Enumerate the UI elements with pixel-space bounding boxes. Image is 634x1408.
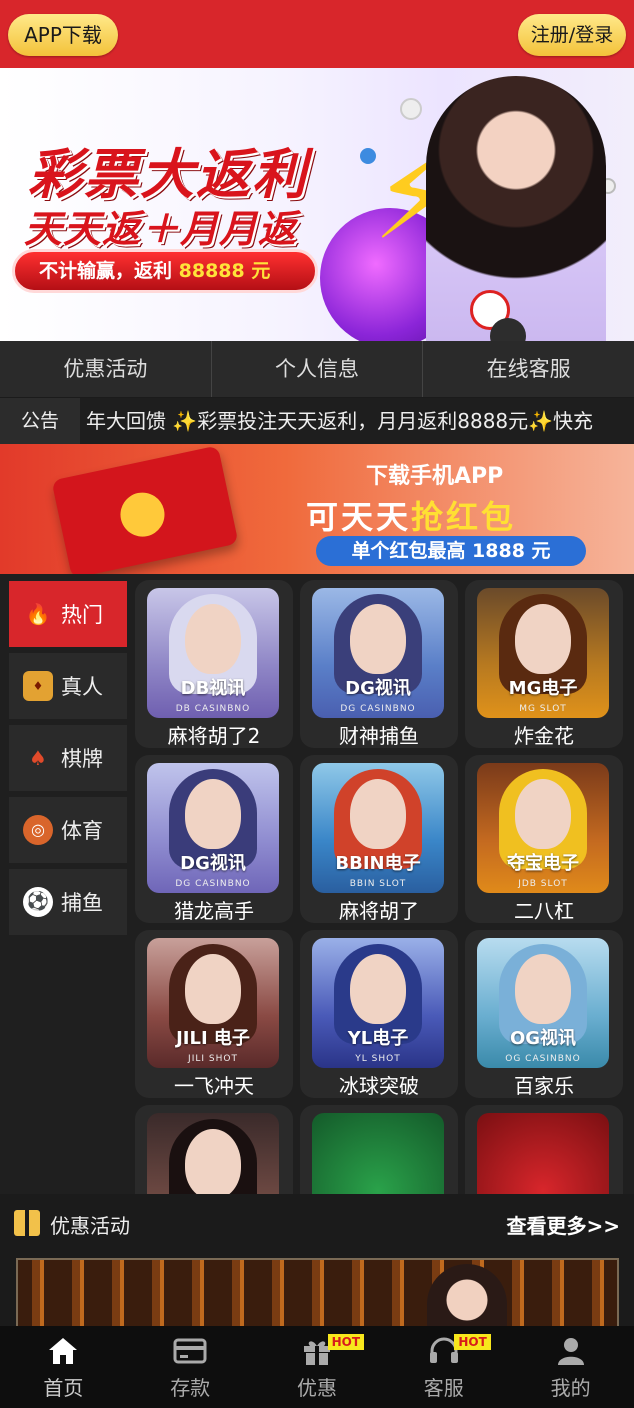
hero-promo-prefix: 不计输赢，返利: [39, 260, 173, 282]
quick-nav: 优惠活动 个人信息 在线客服: [0, 341, 634, 397]
quick-nav-promotions[interactable]: 优惠活动: [0, 341, 212, 397]
game-thumbnail: YL电子 YL SHOT: [312, 938, 444, 1068]
notice-marquee: 年大回馈 ✨彩票投注天天返利，月月返利8888元✨快充: [86, 409, 594, 433]
tab-promotions[interactable]: 优惠 HOT: [254, 1326, 381, 1408]
game-card[interactable]: [300, 1105, 458, 1194]
game-thumbnail: DG视讯 DG CASINBNO: [147, 763, 279, 893]
game-thumbnail: DB视讯 DB CASINBNO: [147, 588, 279, 718]
notice-tag: 公告: [0, 398, 80, 444]
game-card-fortune-fishing[interactable]: DG视讯 DG CASINBNO 财神捕鱼: [300, 580, 458, 748]
category-card-games[interactable]: ♠ 棋牌: [9, 725, 127, 791]
game-thumbnail: MG电子 MG SLOT: [477, 588, 609, 718]
gift-icon: [14, 1210, 40, 1236]
app-download-banner[interactable]: 下载手机APP 可天天抢红包 单个红包最高 1888 元: [0, 444, 634, 574]
game-card[interactable]: [465, 1105, 623, 1194]
game-name: 财神捕鱼: [339, 724, 419, 748]
view-more-link[interactable]: 查看更多>>: [506, 1210, 620, 1239]
game-section: 🔥 热门 ♦ 真人 ♠ 棋牌 ◎ 体育 ⚽ 捕鱼 DB视讯 DB CASINBN…: [0, 574, 634, 1194]
tab-support[interactable]: 客服 HOT: [380, 1326, 507, 1408]
category-label: 棋牌: [61, 747, 103, 771]
hero-model-image: [426, 76, 606, 341]
hero-promo-amount: 88888 元: [178, 260, 271, 282]
app-banner-line2-b: 抢红包: [411, 498, 517, 536]
quick-nav-profile[interactable]: 个人信息: [212, 341, 424, 397]
app-banner-line3: 单个红包最高 1888 元: [316, 536, 586, 566]
hero-promo-badge: 不计输赢，返利 88888 元: [12, 249, 318, 293]
game-card-mahjong-2[interactable]: DB视讯 DB CASINBNO 麻将胡了2: [135, 580, 293, 748]
quick-nav-support[interactable]: 在线客服: [423, 341, 634, 397]
game-card-baccarat[interactable]: OG视讯 OG CASINBNO 百家乐: [465, 930, 623, 1098]
game-card-zhajinhua[interactable]: MG电子 MG SLOT 炸金花: [465, 580, 623, 748]
category-live[interactable]: ♦ 真人: [9, 653, 127, 719]
promotions-title: 优惠活动: [50, 1214, 130, 1238]
category-label: 体育: [61, 819, 103, 843]
category-label: 热门: [61, 603, 103, 627]
home-icon: [49, 1338, 78, 1364]
chess-card-icon: ♠: [29, 746, 47, 770]
game-thumbnail: 夺宝电子 JDB SLOT: [477, 763, 609, 893]
game-name: 二八杠: [514, 899, 574, 923]
game-card-ice-hockey[interactable]: YL电子 YL SHOT 冰球突破: [300, 930, 458, 1098]
top-header: APP下载 注册/登录: [0, 0, 634, 68]
tab-profile[interactable]: 我的: [507, 1326, 634, 1408]
login-register-button[interactable]: 注册/登录: [518, 14, 626, 56]
tab-home[interactable]: 首页: [0, 1326, 127, 1408]
app-root: APP下载 注册/登录 ⚡ 彩票大返利 天天返＋月月返 不计输赢，返利 8888…: [0, 0, 634, 1408]
game-thumbnail: DG视讯 DG CASINBNO: [312, 588, 444, 718]
game-card-soaring[interactable]: JILI 电子 JILI SHOT 一飞冲天: [135, 930, 293, 1098]
notice-bar[interactable]: 公告 年大回馈 ✨彩票投注天天返利，月月返利8888元✨快充: [0, 398, 634, 444]
app-banner-line2: 可天天抢红包: [306, 492, 516, 538]
hero-banner[interactable]: ⚡ 彩票大返利 天天返＋月月返 不计输赢，返利 88888 元: [0, 68, 634, 341]
card-icon: [173, 1338, 207, 1364]
category-sports[interactable]: ◎ 体育: [9, 797, 127, 863]
sports-icon: ◎: [23, 815, 53, 845]
game-name: 百家乐: [514, 1074, 574, 1098]
app-banner-line2-a: 可天天: [306, 498, 412, 536]
game-thumbnail: JILI 电子 JILI SHOT: [147, 938, 279, 1068]
game-name: 麻将胡了: [339, 899, 419, 923]
game-name: 猎龙高手: [174, 899, 254, 923]
game-name: 炸金花: [514, 724, 574, 748]
game-thumbnail: [147, 1113, 279, 1194]
fire-icon: 🔥: [25, 602, 51, 626]
game-name: 麻将胡了2: [167, 724, 261, 748]
hot-badge: HOT: [454, 1334, 491, 1350]
game-card-dragon-hunter[interactable]: DG视讯 DG CASINBNO 猎龙高手: [135, 755, 293, 923]
hot-badge: HOT: [327, 1334, 365, 1350]
game-name: 一飞冲天: [174, 1074, 254, 1098]
user-icon: [557, 1338, 584, 1365]
game-thumbnail: [312, 1113, 444, 1194]
fishing-icon: ⚽: [23, 887, 53, 917]
lottery-ball-icon: [400, 98, 422, 120]
game-thumbnail: OG视讯 OG CASINBNO: [477, 938, 609, 1068]
app-banner-line1: 下载手机APP: [366, 464, 504, 489]
game-name: 冰球突破: [339, 1074, 419, 1098]
game-card[interactable]: [135, 1105, 293, 1194]
tab-deposit[interactable]: 存款: [127, 1326, 254, 1408]
bottom-tab-bar: 首页 存款 优惠 HOT 客服 HOT 我的: [0, 1326, 634, 1408]
game-card-mahjong[interactable]: BBIN电子 BBIN SLOT 麻将胡了: [300, 755, 458, 923]
red-envelope-icon: [51, 445, 239, 574]
game-thumbnail: [477, 1113, 609, 1194]
app-download-button[interactable]: APP下载: [8, 14, 118, 56]
game-thumbnail: BBIN电子 BBIN SLOT: [312, 763, 444, 893]
promotions-header: 优惠活动 查看更多>>: [0, 1194, 634, 1252]
hero-subtitle: 天天返＋月月返: [24, 206, 298, 251]
category-label: 捕鱼: [61, 891, 103, 915]
category-label: 真人: [61, 675, 103, 699]
category-fishing[interactable]: ⚽ 捕鱼: [9, 869, 127, 935]
category-hot[interactable]: 🔥 热门: [9, 581, 127, 647]
live-dealer-icon: ♦: [23, 671, 53, 701]
game-card-erbagang[interactable]: 夺宝电子 JDB SLOT 二八杠: [465, 755, 623, 923]
